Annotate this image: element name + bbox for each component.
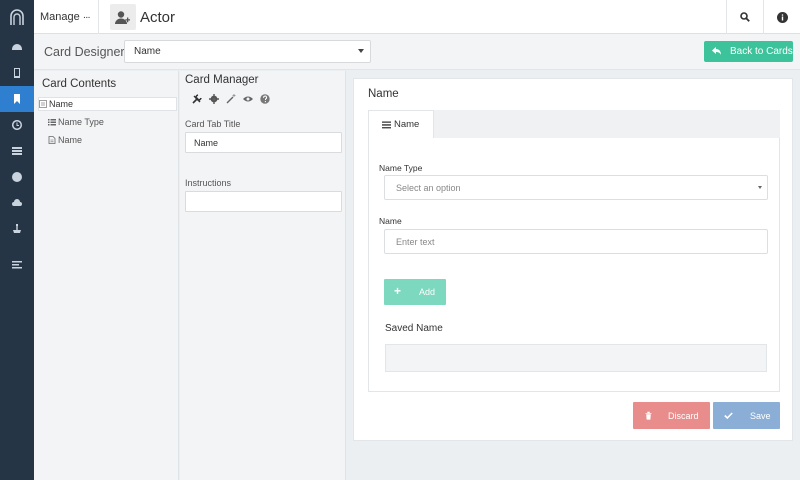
bookmark-icon — [14, 94, 20, 104]
manage-label: Manage — [40, 11, 80, 23]
manage-menu[interactable]: Manage ··· — [34, 0, 99, 34]
name-type-placeholder: Select an option — [396, 182, 461, 193]
top-header: Manage ··· Actor — [34, 0, 800, 34]
file-icon — [48, 136, 56, 144]
cloud-upload-icon — [12, 199, 22, 206]
tree-item-name[interactable]: Name — [38, 97, 177, 111]
tree-item-label: Name — [49, 99, 74, 109]
left-rail — [0, 0, 34, 480]
card-designer-bar: Card Designer Name Back to Cards — [34, 34, 800, 70]
card-tabs: Name — [368, 110, 780, 138]
tab-name[interactable]: Name — [368, 110, 434, 138]
discard-label: Discard — [668, 410, 699, 421]
magic-wand-icon[interactable] — [226, 94, 236, 104]
anchor-icon — [13, 224, 21, 233]
card-title: Name — [368, 88, 399, 100]
card-contents-panel: Card Contents Name Name Type Name — [34, 71, 179, 480]
add-button[interactable]: + Add — [384, 279, 446, 305]
arch-logo-icon[interactable] — [0, 0, 34, 34]
back-to-cards-button[interactable]: Back to Cards — [704, 41, 793, 62]
name-label: Name — [379, 216, 402, 226]
save-label: Save — [750, 410, 771, 421]
rail-item-clock[interactable] — [0, 112, 34, 138]
name-type-select[interactable]: Select an option — [384, 175, 768, 200]
card-tab-title-input[interactable]: Name — [185, 132, 342, 153]
back-to-cards-label: Back to Cards — [730, 46, 793, 57]
caret-down-icon — [758, 186, 762, 189]
rail-item-globe[interactable] — [0, 164, 34, 190]
align-left-icon — [12, 261, 22, 269]
more-icon: ··· — [82, 11, 91, 23]
saved-name-label: Saved Name — [385, 323, 443, 334]
tree-item-name-type[interactable]: Name Type — [48, 115, 104, 129]
name-type-label: Name Type — [379, 163, 423, 173]
user-plus-icon — [110, 4, 136, 30]
card-manager-title: Card Manager — [185, 74, 259, 86]
list-icon — [12, 147, 22, 155]
card-manager-toolbar — [192, 94, 277, 104]
search-button[interactable] — [726, 0, 763, 34]
globe-icon — [12, 172, 22, 182]
list-icon — [382, 121, 391, 128]
name-input[interactable]: Enter text — [384, 229, 768, 254]
card-icon — [39, 100, 47, 108]
rail-item-bookmark[interactable] — [0, 86, 34, 112]
discard-button[interactable]: Discard — [633, 402, 710, 429]
tablet-icon — [14, 68, 20, 78]
card-tab-title-label: Card Tab Title — [185, 119, 241, 129]
tree-item-label: Name — [58, 135, 83, 145]
search-icon — [740, 12, 750, 22]
rail-item-list[interactable] — [0, 138, 34, 164]
wrench-icon[interactable] — [192, 94, 202, 104]
instructions-input[interactable] — [185, 191, 342, 212]
add-button-label: Add — [419, 287, 436, 297]
card-contents-title: Card Contents — [42, 78, 117, 90]
card-designer-label: Card Designer — [44, 45, 125, 59]
card-select-value: Name — [134, 46, 161, 57]
help-icon[interactable] — [260, 94, 270, 104]
rail-item-anchor[interactable] — [0, 216, 34, 242]
tree-item-label: Name Type — [58, 117, 104, 127]
save-button[interactable]: Save — [713, 402, 780, 429]
caret-down-icon — [358, 49, 364, 53]
rail-item-tablet[interactable] — [0, 60, 34, 86]
plus-icon: + — [394, 284, 402, 298]
card-preview: Name Name Name Type Select an option Nam… — [353, 78, 793, 441]
tab-label: Name — [394, 119, 420, 130]
gear-icon[interactable] — [209, 94, 219, 104]
check-icon — [724, 412, 733, 420]
card-select[interactable]: Name — [124, 40, 371, 63]
rail-item-cloud-upload[interactable] — [0, 190, 34, 216]
rail-item-align-left[interactable] — [0, 252, 34, 278]
info-icon — [776, 11, 788, 23]
reply-icon — [712, 47, 721, 55]
page-title: Actor — [140, 8, 176, 26]
list-icon — [48, 119, 56, 126]
name-input-placeholder: Enter text — [396, 236, 435, 247]
card-manager-panel: Card Manager Card Tab Title Name Instruc… — [180, 71, 346, 480]
saved-name-list — [385, 344, 767, 372]
eye-icon[interactable] — [243, 94, 253, 104]
dashboard-icon — [12, 44, 22, 50]
clock-icon — [12, 120, 22, 130]
info-button[interactable] — [763, 0, 800, 34]
rail-item-dashboard[interactable] — [0, 34, 34, 60]
tab-panel: Name Type Select an option Name Enter te… — [368, 138, 780, 392]
tree-item-name-field[interactable]: Name — [48, 133, 82, 147]
instructions-label: Instructions — [185, 178, 232, 188]
trash-icon — [645, 411, 652, 420]
